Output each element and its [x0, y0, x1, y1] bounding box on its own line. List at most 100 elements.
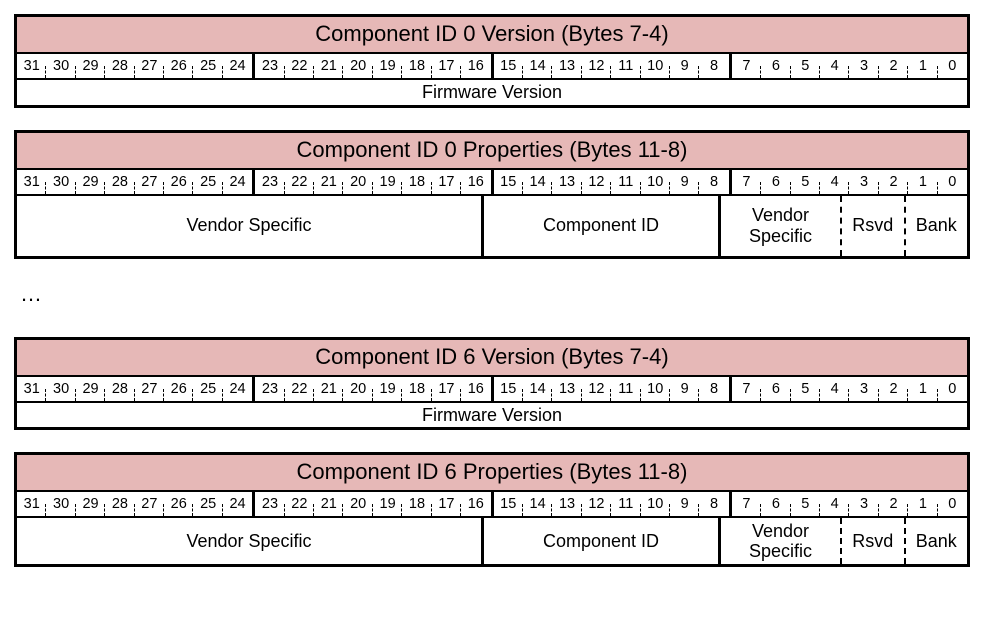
bit-cell: 3: [849, 170, 878, 194]
bit-cell: 14: [523, 54, 552, 78]
bit-cell: 21: [314, 492, 343, 516]
bit-cell: 16: [461, 492, 490, 516]
bit-cell: 26: [164, 54, 193, 78]
bit-cell: 4: [820, 377, 849, 401]
byte-group: 15141312111098: [494, 377, 732, 401]
byte-group: 76543210: [732, 54, 967, 78]
bit-ruler: 3130292827262524232221201918171615141312…: [17, 492, 967, 518]
byte-group: 2322212019181716: [255, 170, 493, 194]
bit-cell: 18: [402, 377, 431, 401]
bit-cell: 12: [582, 492, 611, 516]
bit-cell: 11: [611, 170, 640, 194]
bit-cell: 15: [494, 377, 523, 401]
bit-cell: 18: [402, 492, 431, 516]
bit-cell: 24: [223, 377, 252, 401]
bit-cell: 7: [732, 54, 761, 78]
bit-cell: 23: [255, 377, 284, 401]
field-bank: Bank: [906, 518, 968, 564]
bit-cell: 9: [670, 54, 699, 78]
bit-cell: 17: [432, 54, 461, 78]
bit-cell: 11: [611, 492, 640, 516]
bit-cell: 20: [343, 377, 372, 401]
bit-cell: 9: [670, 377, 699, 401]
bit-cell: 12: [582, 54, 611, 78]
bit-cell: 31: [17, 377, 46, 401]
bit-cell: 29: [76, 377, 105, 401]
bit-cell: 25: [193, 54, 222, 78]
bit-cell: 8: [699, 54, 728, 78]
bit-cell: 16: [461, 170, 490, 194]
bit-cell: 23: [255, 170, 284, 194]
register-table-1: Component ID 0 Properties (Bytes 11-8) 3…: [14, 130, 970, 259]
bit-cell: 25: [193, 170, 222, 194]
bit-cell: 8: [699, 377, 728, 401]
bit-cell: 19: [373, 54, 402, 78]
bit-cell: 30: [46, 170, 75, 194]
bit-cell: 29: [76, 54, 105, 78]
bit-cell: 26: [164, 492, 193, 516]
bit-cell: 13: [552, 170, 581, 194]
bit-cell: 10: [641, 54, 670, 78]
byte-group: 15141312111098: [494, 54, 732, 78]
bit-cell: 13: [552, 492, 581, 516]
bit-cell: 10: [641, 492, 670, 516]
bit-cell: 0: [938, 377, 967, 401]
bit-cell: 22: [285, 54, 314, 78]
bit-cell: 14: [523, 377, 552, 401]
byte-group: 15141312111098: [494, 492, 732, 516]
bit-cell: 15: [494, 492, 523, 516]
bit-cell: 18: [402, 170, 431, 194]
byte-group: 3130292827262524: [17, 377, 255, 401]
bit-cell: 28: [105, 54, 134, 78]
byte-group: 76543210: [732, 170, 967, 194]
bit-cell: 5: [791, 377, 820, 401]
bit-cell: 2: [879, 377, 908, 401]
bit-cell: 5: [791, 170, 820, 194]
bit-cell: 25: [193, 492, 222, 516]
bit-cell: 15: [494, 170, 523, 194]
register-title: Component ID 6 Version (Bytes 7-4): [17, 340, 967, 377]
bit-ruler: 3130292827262524232221201918171615141312…: [17, 377, 967, 403]
bit-cell: 21: [314, 54, 343, 78]
bit-cell: 31: [17, 170, 46, 194]
field-row: Firmware Version: [17, 403, 967, 428]
bit-cell: 30: [46, 54, 75, 78]
bit-cell: 24: [223, 170, 252, 194]
bit-cell: 6: [761, 492, 790, 516]
bit-cell: 30: [46, 492, 75, 516]
bit-cell: 22: [285, 377, 314, 401]
bit-cell: 17: [432, 492, 461, 516]
byte-group: 76543210: [732, 492, 967, 516]
bit-cell: 3: [849, 492, 878, 516]
field-row: Vendor SpecificComponent IDVendor Specif…: [17, 196, 967, 256]
bit-cell: 27: [135, 170, 164, 194]
bit-cell: 23: [255, 54, 284, 78]
field-component-id: Component ID: [484, 518, 721, 564]
bit-cell: 0: [938, 170, 967, 194]
bit-cell: 27: [135, 54, 164, 78]
bit-cell: 26: [164, 377, 193, 401]
bit-cell: 10: [641, 170, 670, 194]
bit-ruler: 3130292827262524232221201918171615141312…: [17, 54, 967, 80]
bit-cell: 27: [135, 377, 164, 401]
bit-cell: 9: [670, 492, 699, 516]
bit-cell: 0: [938, 492, 967, 516]
bit-cell: 19: [373, 377, 402, 401]
bit-cell: 21: [314, 377, 343, 401]
bit-cell: 6: [761, 54, 790, 78]
field-row: Vendor SpecificComponent IDVendor Specif…: [17, 518, 967, 564]
bit-cell: 20: [343, 170, 372, 194]
bit-cell: 19: [373, 492, 402, 516]
bit-cell: 15: [494, 54, 523, 78]
bit-ruler: 3130292827262524232221201918171615141312…: [17, 170, 967, 196]
byte-group: 2322212019181716: [255, 377, 493, 401]
bit-cell: 1: [908, 492, 937, 516]
bit-cell: 7: [732, 377, 761, 401]
bit-cell: 26: [164, 170, 193, 194]
bit-cell: 4: [820, 492, 849, 516]
bit-cell: 22: [285, 170, 314, 194]
byte-group: 3130292827262524: [17, 170, 255, 194]
bit-cell: 16: [461, 54, 490, 78]
bit-cell: 5: [791, 54, 820, 78]
bit-cell: 6: [761, 377, 790, 401]
